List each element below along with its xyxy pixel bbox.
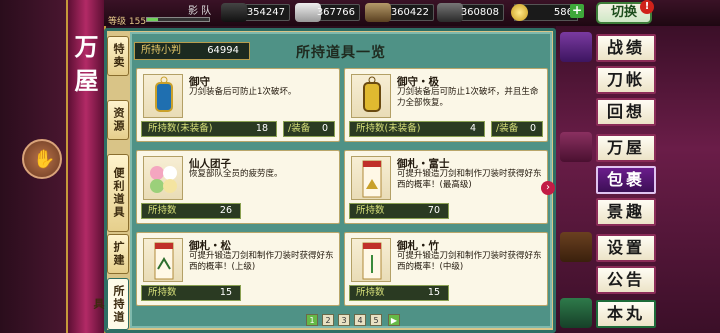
page-5[interactable]: 5 (370, 314, 382, 326)
charcoal-icon (221, 3, 247, 22)
item-count: 所持数(未装备) 18 (141, 121, 277, 137)
equip-label: /装备 (288, 123, 311, 134)
owned-koban-box: 所持小判 64994 (134, 42, 250, 60)
castle-icon (560, 298, 592, 328)
tab-sale[interactable]: 特卖 (107, 36, 129, 76)
page-3[interactable]: 3 (338, 314, 350, 326)
count-label: 所持数 (356, 205, 385, 216)
koban-counter: 586 (511, 4, 578, 21)
count-label: 所持数 (148, 205, 177, 216)
item-count: 所持数(未装备) 4 (349, 121, 485, 137)
equip-value: 0 (529, 123, 536, 134)
koban-coin-icon (511, 4, 528, 21)
item-equipped: /装备 0 (283, 121, 335, 137)
level-label: 等级 155 (108, 17, 147, 27)
pager: 1 2 3 4 5 ▶ (300, 314, 420, 328)
page-4[interactable]: 4 (354, 314, 366, 326)
list-title: 所持道具一览 (296, 45, 386, 61)
owned-koban-value: 64994 (207, 45, 239, 56)
item-card-omamori-kiwame[interactable]: 御守・极 刀剑装备后可防止1次破坏，并且生命力全部恢复。 所持数(未装备) 4 /… (344, 68, 548, 142)
menu-shop[interactable]: 万屋 (596, 134, 656, 162)
item-card-ofuda-take[interactable]: 御札・竹 可提升锻造刀剑和制作刀装时获得好东西的概率！(中级) 所持数 15 (344, 232, 548, 306)
menu-sword-book[interactable]: 刀帐 (596, 66, 656, 94)
owned-koban-label: 所持小判 (141, 45, 181, 56)
alert-badge: ! (640, 0, 654, 14)
omamori-icon (143, 74, 183, 118)
item-card-omamori[interactable]: 御守 刀剑装备后可防止1次破坏。 所持数(未装备) 18 /装备 0 (136, 68, 340, 142)
item-card-ofuda-matsu[interactable]: 御札・松 可提升锻造刀剑和制作刀装时获得好东西的概率！(上级) 所持数 15 (136, 232, 340, 306)
resource-cold-water: 360422 (365, 3, 434, 22)
menu-home[interactable]: 本丸 (596, 300, 656, 328)
dango-icon (143, 156, 183, 200)
add-koban-button[interactable]: + (570, 4, 584, 18)
item-card-ofuda-fuji[interactable]: 御札・富士 可提升锻造刀剑和制作刀装时获得好东西的概率！(最高级) 所持数 70 (344, 150, 548, 224)
count-value: 70 (427, 205, 440, 216)
menu-memories[interactable]: 回想 (596, 98, 656, 126)
item-equipped: /装备 0 (491, 121, 543, 137)
menu-bag[interactable]: 包裹 (596, 166, 656, 194)
resource-value: 360422 (390, 7, 429, 18)
whetstone-icon (437, 3, 463, 22)
menu-records[interactable]: 战绩 (596, 34, 656, 62)
tab-owned-items[interactable]: 所持道具 (92, 278, 129, 330)
count-label: 所持数(未装备) (148, 123, 213, 134)
menu-announcements[interactable]: 公告 (596, 266, 656, 294)
count-value: 4 (469, 123, 476, 134)
resource-tamahagane: 367766 (295, 3, 360, 22)
count-label: 所持数 (148, 287, 177, 298)
item-count: 所持数 70 (349, 203, 449, 219)
level-progress-bar (146, 17, 210, 22)
resource-value: 367766 (316, 7, 355, 18)
item-desc: 恢复部队全员的疲劳度。 (189, 169, 283, 179)
count-label: 所持数(未装备) (356, 123, 421, 134)
item-desc: 刀剑装备后可防止1次破坏，并且生命力全部恢复。 (397, 87, 539, 108)
item-count: 所持数 15 (141, 285, 241, 301)
resource-whetstone: 360808 (437, 3, 504, 22)
menu-settings[interactable]: 设置 (596, 234, 656, 262)
menu-scenery[interactable]: 景趣 (596, 198, 656, 226)
item-count: 所持数 26 (141, 203, 241, 219)
count-value: 15 (219, 287, 232, 298)
item-desc: 刀剑装备后可防止1次破坏。 (189, 87, 297, 97)
count-value: 15 (427, 287, 440, 298)
omamori-kiwame-icon (351, 74, 391, 118)
equip-value: 0 (321, 123, 328, 134)
count-value: 18 (255, 123, 268, 134)
resource-value: 360808 (460, 7, 499, 18)
next-page-arrow[interactable]: › (541, 181, 555, 195)
page-title: 万屋 (70, 34, 99, 102)
item-desc: 可提升锻造刀剑和制作刀装时获得好东西的概率！(中级) (397, 251, 542, 272)
tab-resources[interactable]: 资源 (107, 100, 129, 140)
ofuda-take-icon (351, 238, 391, 282)
ofuda-fuji-icon (351, 156, 391, 200)
resource-charcoal: 354247 (221, 3, 290, 22)
hand-icon: ✋ (33, 149, 56, 170)
ofuda-matsu-icon (143, 238, 183, 282)
equip-label: /装备 (496, 123, 519, 134)
record-scroll-icon (560, 32, 592, 62)
item-count: 所持数 15 (349, 285, 449, 301)
page-1[interactable]: 1 (306, 314, 318, 326)
item-card-dango[interactable]: 仙人团子 恢复部队全员的疲劳度。 所持数 26 (136, 150, 340, 224)
hand-icon-button[interactable]: ✋ (22, 139, 62, 179)
tab-expansion[interactable]: 扩建 (107, 234, 129, 274)
resource-value: 354247 (246, 7, 285, 18)
count-label: 所持数 (356, 287, 385, 298)
item-desc: 可提升锻造刀剑和制作刀装时获得好东西的概率！(最高级) (397, 169, 542, 190)
team-name: 影 队 (188, 6, 212, 17)
cold-water-icon (365, 3, 391, 22)
count-value: 26 (219, 205, 232, 216)
page-2[interactable]: 2 (322, 314, 334, 326)
item-desc: 可提升锻造刀剑和制作刀装时获得好东西的概率！(上级) (189, 251, 334, 272)
level-progress-fill (147, 18, 159, 21)
shop-curtain-icon (560, 132, 592, 162)
house-icon (560, 232, 592, 262)
tab-convenience-items[interactable]: 便利道具 (107, 154, 129, 232)
page-next-icon[interactable]: ▶ (388, 314, 400, 326)
